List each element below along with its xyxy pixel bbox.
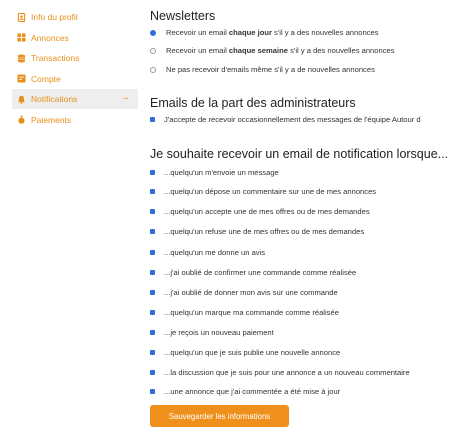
- bell-icon: [17, 95, 26, 104]
- sidebar-item-label: Notifications: [31, 94, 78, 105]
- notification-option[interactable]: ...quelqu'un accepte une de mes offres o…: [150, 207, 370, 216]
- radio-button[interactable]: [150, 29, 156, 36]
- profile-icon: [17, 12, 26, 22]
- save-button[interactable]: Sauvegarder les informations: [150, 405, 289, 427]
- checkbox-label: ...j'ai oublié de confirmer une commande…: [164, 268, 357, 277]
- checkbox[interactable]: [150, 229, 155, 234]
- checkbox-label: ...quelqu'un que je suis publie une nouv…: [164, 348, 341, 357]
- notification-option[interactable]: ...quelqu'un dépose un commentaire sur u…: [150, 187, 376, 196]
- notification-option[interactable]: ...j'ai oublié de donner mon avis sur un…: [150, 288, 338, 297]
- sidebar-item-label: Transactions: [31, 53, 80, 64]
- checkbox[interactable]: [150, 310, 155, 315]
- checkbox[interactable]: [150, 290, 155, 295]
- checkbox-label: ...quelqu'un accepte une de mes offres o…: [164, 207, 370, 216]
- sidebar-item-profile[interactable]: Info du profil: [12, 7, 138, 27]
- notification-option[interactable]: ...quelqu'un marque ma commande comme ré…: [150, 308, 339, 317]
- sidebar-item-paiements[interactable]: Paiements: [12, 110, 138, 130]
- notification-option[interactable]: ...quelqu'un que je suis publie une nouv…: [150, 348, 340, 357]
- notifications-heading: Je souhaite recevoir un email de notific…: [150, 147, 449, 161]
- checkbox[interactable]: [150, 170, 155, 175]
- arrow-right-icon: →: [120, 92, 130, 104]
- checkbox-label: ...j'ai oublié de donner mon avis sur un…: [164, 288, 338, 297]
- notification-option[interactable]: ...quelqu'un me donne un avis: [150, 248, 265, 257]
- radio-button[interactable]: [150, 47, 156, 54]
- radio-button[interactable]: [150, 66, 156, 73]
- notification-option[interactable]: ...quelqu'un m'envoie un message: [150, 168, 279, 177]
- sidebar-item-annonces[interactable]: Annonces: [12, 28, 138, 48]
- checkbox[interactable]: [150, 350, 155, 355]
- checkbox[interactable]: [150, 389, 155, 394]
- checkbox-label: ...quelqu'un dépose un commentaire sur u…: [164, 187, 377, 196]
- notification-option[interactable]: ...la discussion que je suis pour une an…: [150, 368, 410, 377]
- sidebar-item-notifications[interactable]: Notifications →: [12, 89, 138, 110]
- checkbox-label: ...quelqu'un m'envoie un message: [164, 168, 279, 177]
- sidebar-item-transactions[interactable]: Transactions: [12, 48, 138, 68]
- money-bag-icon: [18, 116, 25, 125]
- sidebar-item-compte[interactable]: Compte: [12, 69, 138, 89]
- settings-sidebar: Info du profil Annonces Transactions Com…: [12, 7, 138, 131]
- coins-icon: [17, 54, 26, 63]
- checkbox-label: ...je reçois un nouveau paiement: [164, 328, 274, 337]
- checkbox-label: ...une annonce que j'ai commentée a été …: [164, 387, 341, 396]
- checkbox[interactable]: [150, 250, 155, 255]
- sidebar-item-label: Paiements: [31, 114, 72, 125]
- notification-option[interactable]: ...j'ai oublié de confirmer une commande…: [150, 268, 356, 277]
- newsletters-heading: Newsletters: [150, 9, 216, 23]
- sidebar-item-label: Annonces: [31, 32, 69, 43]
- newsletter-weekly-option[interactable]: Recevoir un email chaque semaine s'il y …: [150, 46, 395, 55]
- checkbox-label: ...la discussion que je suis pour une an…: [164, 368, 410, 377]
- notification-option[interactable]: ...je reçois un nouveau paiement: [150, 328, 274, 337]
- checkbox[interactable]: [150, 189, 155, 194]
- notification-option[interactable]: ...une annonce que j'ai commentée a été …: [150, 387, 340, 396]
- checkbox[interactable]: [150, 117, 155, 122]
- checkbox-label: ...quelqu'un refuse une de mes offres ou…: [164, 227, 365, 236]
- admin-emails-heading: Emails de la part des administrateurs: [150, 96, 356, 110]
- checkbox[interactable]: [150, 370, 155, 375]
- admin-emails-checkbox-row[interactable]: J'accepte de recevoir occasionnellement …: [150, 115, 421, 124]
- checkbox[interactable]: [150, 330, 155, 335]
- notification-option[interactable]: ...quelqu'un refuse une de mes offres ou…: [150, 227, 364, 236]
- newsletter-none-option[interactable]: Ne pas recevoir d'emails même s'il y a d…: [150, 65, 375, 74]
- checkbox-label: J'accepte de recevoir occasionnellement …: [164, 115, 421, 124]
- newsletter-daily-option[interactable]: Recevoir un email chaque jour s'il y a d…: [150, 28, 379, 37]
- checkbox-label: ...quelqu'un marque ma commande comme ré…: [164, 308, 339, 317]
- grid-icon: [17, 33, 26, 42]
- sidebar-item-label: Info du profil: [31, 12, 78, 22]
- checkbox-label: ...quelqu'un me donne un avis: [164, 248, 266, 257]
- checkbox[interactable]: [150, 270, 155, 275]
- account-icon: [17, 74, 26, 83]
- checkbox[interactable]: [150, 209, 155, 214]
- sidebar-item-label: Compte: [31, 73, 61, 84]
